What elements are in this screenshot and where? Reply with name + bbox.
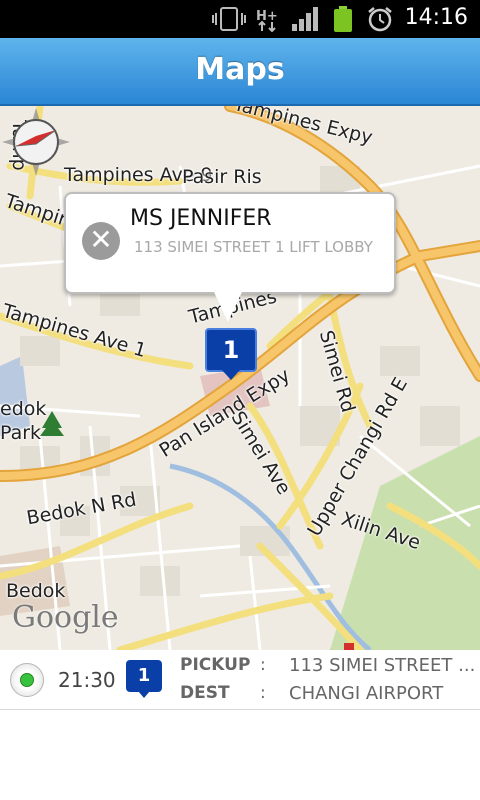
status-indicator-icon[interactable] xyxy=(10,663,44,697)
map-label: Pasir Ris xyxy=(182,166,262,188)
status-dot xyxy=(20,673,34,687)
battery-icon xyxy=(334,6,352,32)
pickup-separator: : xyxy=(260,655,266,675)
title-bar: Maps xyxy=(0,38,480,106)
job-badge-tail xyxy=(138,691,150,698)
callout-address: 113 SIMEI STREET 1 LIFT LOBBY xyxy=(134,238,373,256)
dest-label: DEST xyxy=(180,683,230,703)
dest-value: CHANGI AIRPORT xyxy=(289,683,444,704)
callout-pointer xyxy=(214,292,242,322)
job-number-badge: 1 xyxy=(126,660,162,692)
google-attribution: Google xyxy=(12,600,119,635)
pickup-value: 113 SIMEI STREET ... xyxy=(289,655,476,676)
data-hplus-icon: H+ xyxy=(256,9,278,32)
svg-text:H+: H+ xyxy=(256,9,278,24)
map-label: edok xyxy=(0,398,47,420)
status-bar: H+ 14:16 xyxy=(0,0,480,38)
pickup-label: PICKUP xyxy=(180,655,251,675)
job-time: 21:30 xyxy=(58,668,116,692)
map-pin-tail xyxy=(222,370,240,380)
location-callout[interactable]: ✕ MS JENNIFER 113 SIMEI STREET 1 LIFT LO… xyxy=(64,192,396,294)
map-pin-marker[interactable]: 1 xyxy=(205,328,257,372)
map-label: Park xyxy=(0,422,42,444)
status-time: 14:16 xyxy=(404,5,468,30)
job-list-item[interactable]: 21:30 1 PICKUP : 113 SIMEI STREET ... DE… xyxy=(0,650,480,710)
signal-icon xyxy=(292,7,318,31)
close-icon[interactable]: ✕ xyxy=(82,222,120,260)
compass-icon[interactable] xyxy=(0,106,72,178)
alarm-icon xyxy=(368,7,392,32)
dest-separator: : xyxy=(260,683,266,703)
map-label: Bedok xyxy=(6,580,66,602)
page-title: Maps xyxy=(195,52,285,87)
map-view[interactable]: Tampines Expy Tamp Tampines Ave 9 Pasir … xyxy=(0,106,480,650)
callout-name: MS JENNIFER xyxy=(130,206,272,231)
vibrate-icon xyxy=(212,7,246,31)
